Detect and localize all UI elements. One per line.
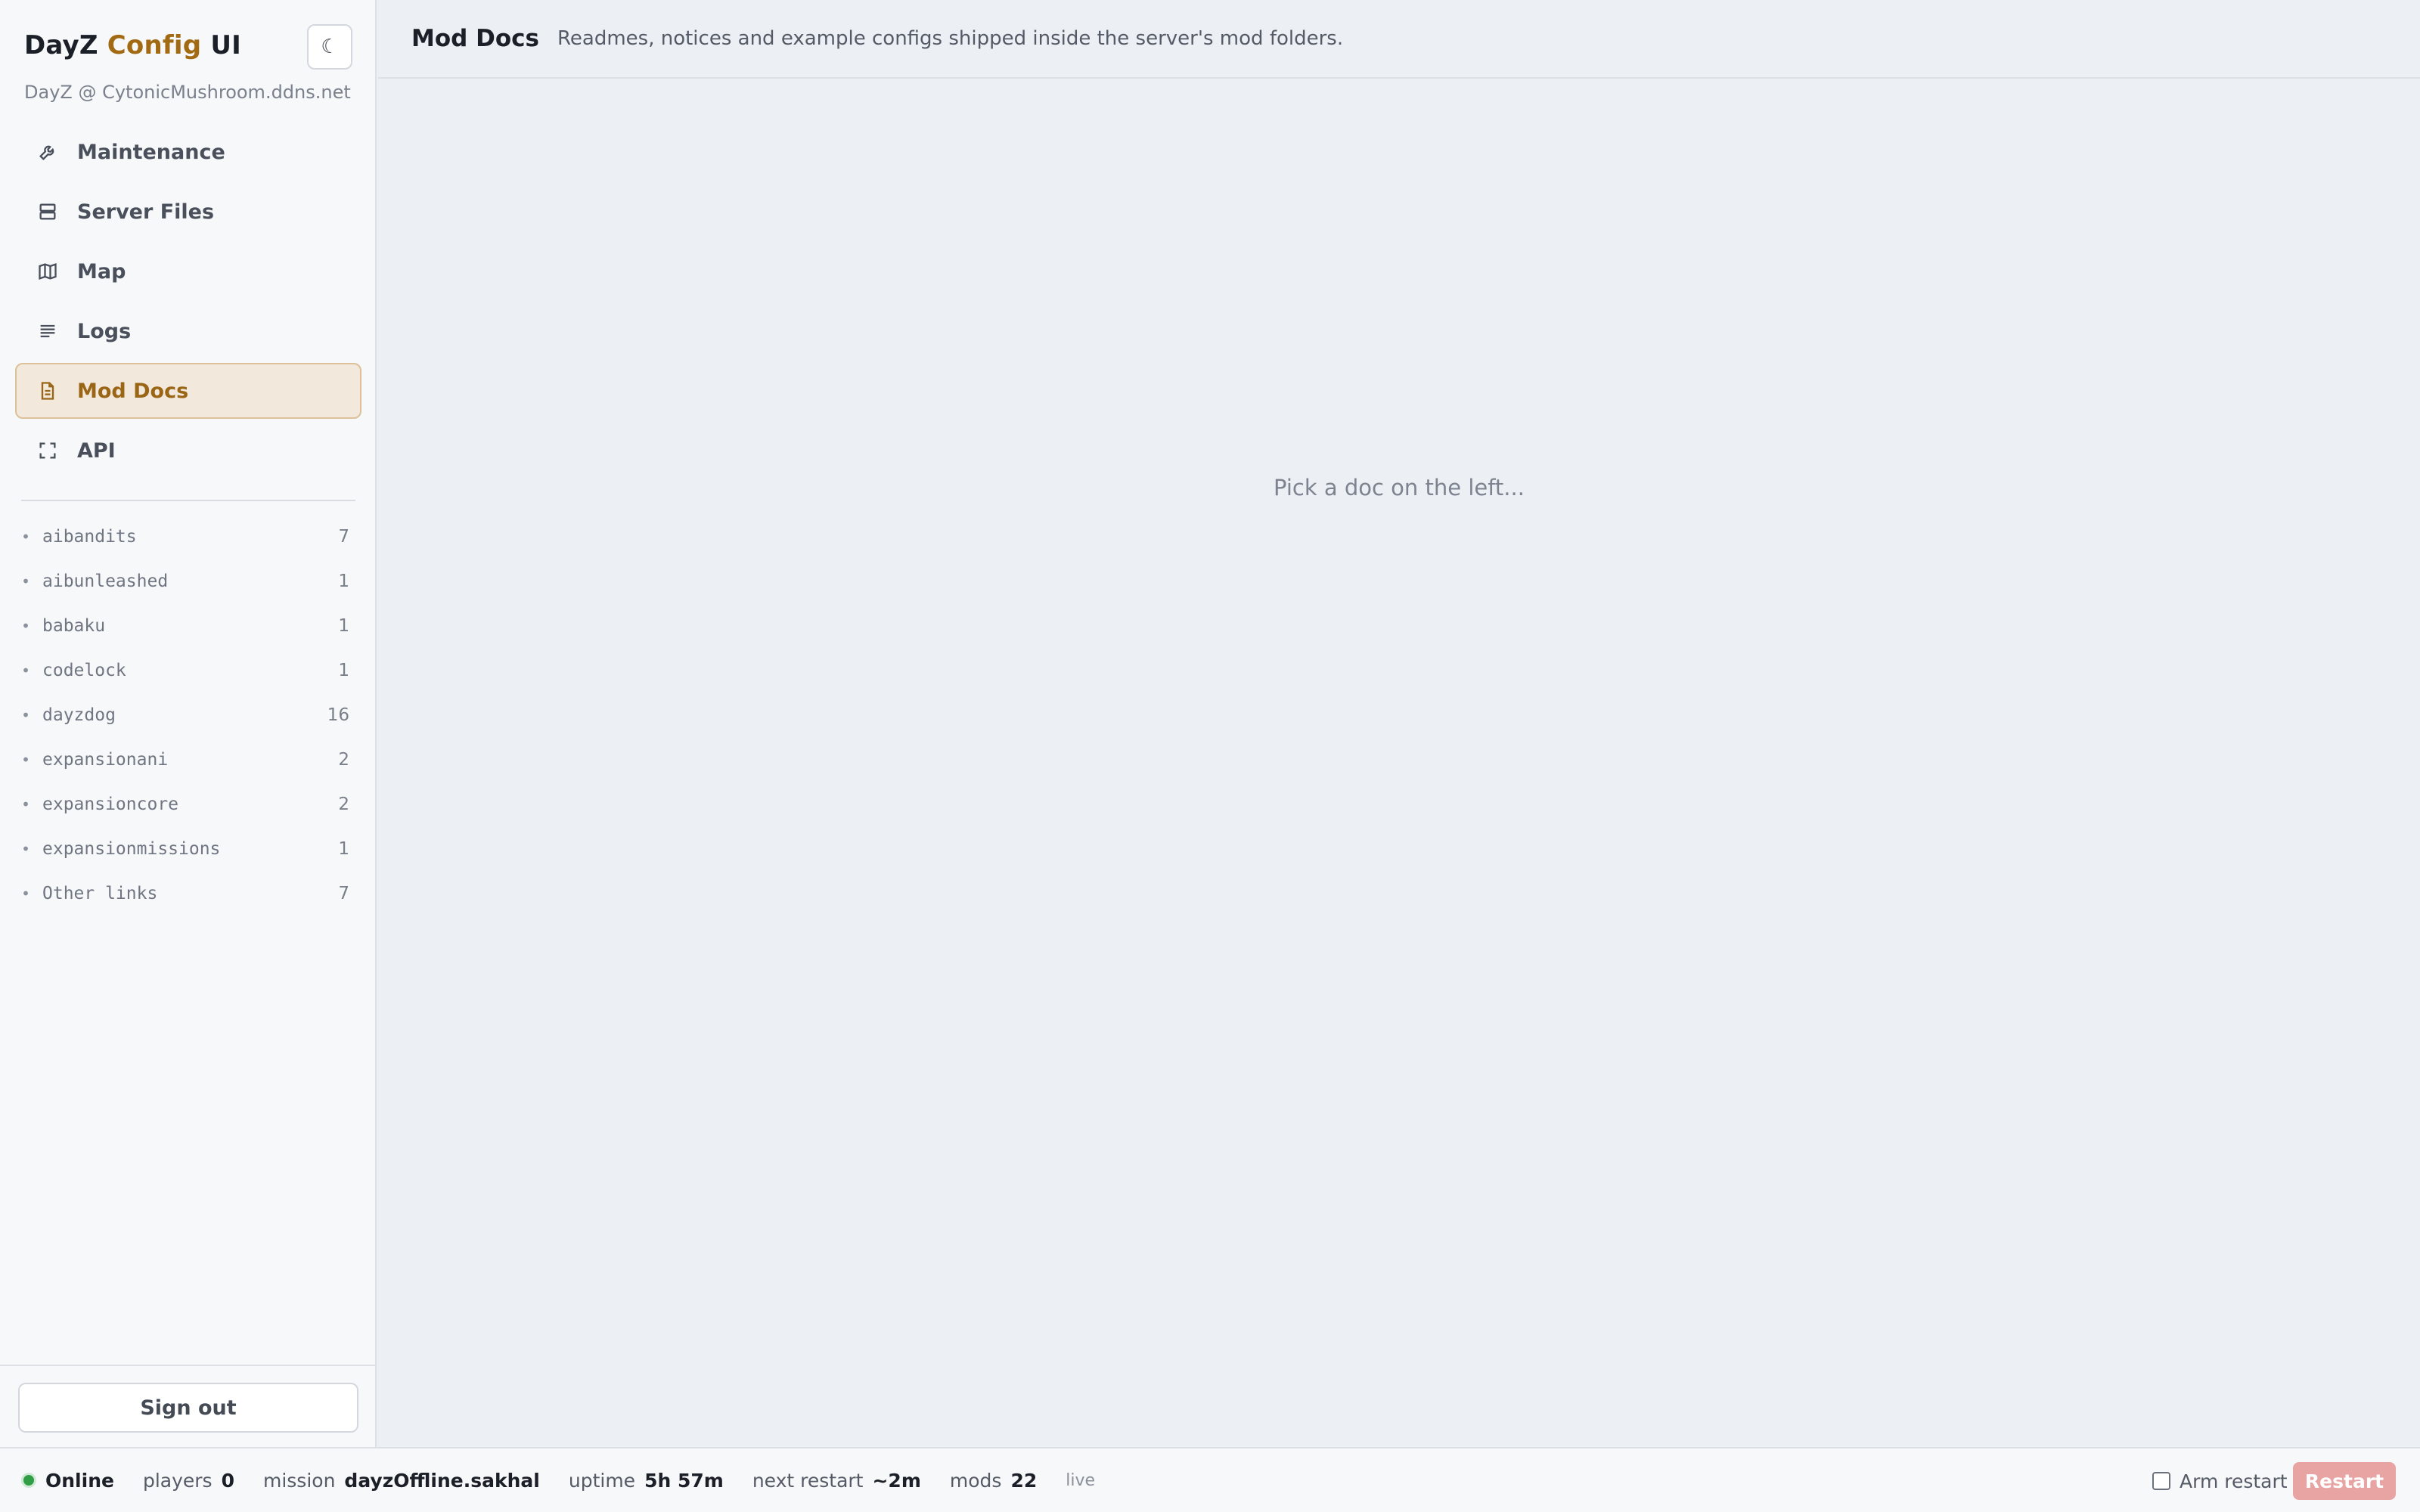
- bullet-icon: •: [21, 839, 31, 858]
- mod-doc-count: 1: [338, 571, 349, 591]
- nav-item-map[interactable]: Map: [15, 243, 361, 299]
- moon-icon: ☾: [321, 36, 339, 58]
- status-bar: Online players 0 mission dayzOffline.sakha…: [0, 1447, 2420, 1512]
- arm-restart-checkbox[interactable]: [2152, 1472, 2170, 1490]
- mod-name: expansioncore: [42, 794, 179, 814]
- mission-value: dayzOffline.sakhal: [344, 1469, 540, 1492]
- theme-toggle-button[interactable]: ☾: [307, 24, 352, 70]
- map-icon: [36, 260, 59, 283]
- app-title: DayZ Config UI: [24, 30, 241, 60]
- nav-label: Mod Docs: [77, 379, 189, 403]
- mod-name: codelock: [42, 660, 126, 680]
- uptime-value: 5h 57m: [644, 1469, 724, 1492]
- mod-doc-count: 7: [338, 883, 349, 903]
- mod-name: expansionmissions: [42, 838, 221, 859]
- server-icon: [36, 200, 59, 223]
- mod-doc-count: 2: [338, 749, 349, 770]
- mod-doc-count: 7: [338, 526, 349, 547]
- mod-name: expansionani: [42, 749, 169, 770]
- logs-icon: [36, 320, 59, 342]
- nav-label: Server Files: [77, 200, 215, 224]
- mods-value: 22: [1010, 1469, 1038, 1492]
- mod-item-aibandits[interactable]: • aibandits 7: [21, 514, 355, 559]
- status-dot-icon: [21, 1473, 36, 1488]
- mod-list: • aibandits 7 • aibunleashed 1 • babaku 1 • cod…: [21, 514, 355, 916]
- nav-label: Map: [77, 259, 126, 284]
- nav-label: Maintenance: [77, 140, 225, 164]
- arm-restart-label: Arm restart: [2180, 1470, 2288, 1492]
- nav-item-logs[interactable]: Logs: [15, 303, 361, 359]
- nav-label: Logs: [77, 319, 132, 343]
- next-restart-stat: next restart ~2m: [752, 1470, 921, 1492]
- empty-state-hint: Pick a doc on the left...: [1274, 475, 1525, 500]
- mod-item-babaku[interactable]: • babaku 1: [21, 603, 355, 648]
- document-icon: [36, 380, 59, 402]
- nav-item-server-files[interactable]: Server Files: [15, 184, 361, 240]
- nav-item-maintenance[interactable]: Maintenance: [15, 124, 361, 180]
- mod-name: babaku: [42, 615, 106, 636]
- arm-restart-toggle[interactable]: Arm restart: [2152, 1448, 2288, 1512]
- restart-button[interactable]: Restart: [2293, 1462, 2396, 1500]
- mod-doc-count: 2: [338, 794, 349, 814]
- bullet-icon: •: [21, 572, 31, 590]
- bullet-icon: •: [21, 884, 31, 903]
- brackets-icon: [36, 439, 59, 462]
- page-title: Mod Docs: [411, 25, 539, 52]
- mission-stat: mission dayzOffline.sakhal: [263, 1470, 540, 1492]
- mod-item-expansionmissions[interactable]: • expansionmissions 1: [21, 826, 355, 871]
- mod-name: Other links: [42, 883, 158, 903]
- server-host: DayZ @ CytonicMushroom.ddns.net: [24, 82, 351, 103]
- mod-item-codelock[interactable]: • codelock 1: [21, 648, 355, 692]
- wrench-icon: [36, 141, 59, 163]
- mod-item-other-links[interactable]: • Other links 7: [21, 871, 355, 916]
- nav-item-mod-docs[interactable]: Mod Docs: [15, 363, 361, 419]
- mission-label: mission: [262, 1469, 336, 1492]
- mod-item-expansioncore[interactable]: • expansioncore 2: [21, 782, 355, 826]
- sidebar-footer: Sign out: [0, 1365, 377, 1447]
- live-indicator: live: [1066, 1470, 1096, 1490]
- mod-doc-count: 1: [338, 660, 349, 680]
- nav-label: API: [77, 438, 116, 463]
- mod-doc-count: 1: [338, 615, 349, 636]
- sign-out-button[interactable]: Sign out: [18, 1383, 358, 1433]
- bullet-icon: •: [21, 616, 31, 635]
- mod-item-expansionani[interactable]: • expansionani 2: [21, 737, 355, 782]
- bullet-icon: •: [21, 661, 31, 680]
- players-value: 0: [221, 1469, 234, 1492]
- nav-item-api[interactable]: API: [15, 423, 361, 479]
- page-subtitle: Readmes, notices and example configs shi…: [557, 27, 1344, 50]
- mods-stat: mods 22: [950, 1470, 1037, 1492]
- mod-item-aibunleashed[interactable]: • aibunleashed 1: [21, 559, 355, 603]
- mods-label: mods: [949, 1469, 1002, 1492]
- mod-name: aibunleashed: [42, 571, 169, 591]
- main-header: Mod Docs Readmes, notices and example co…: [378, 0, 2420, 79]
- uptime-stat: uptime 5h 57m: [569, 1470, 724, 1492]
- bullet-icon: •: [21, 750, 31, 769]
- players-label: players: [142, 1469, 213, 1492]
- mod-doc-count: 1: [338, 838, 349, 859]
- sidebar-divider: [21, 500, 355, 501]
- uptime-label: uptime: [568, 1469, 636, 1492]
- server-status: Online: [45, 1469, 114, 1492]
- mod-name: dayzdog: [42, 705, 116, 725]
- sidebar: DayZ Config UI ☾ DayZ @ CytonicMushroom.…: [0, 0, 377, 1447]
- mod-doc-count: 16: [327, 705, 349, 725]
- main-nav: Maintenance Server Files Map Logs Mod Do…: [15, 124, 361, 482]
- bullet-icon: •: [21, 795, 31, 813]
- bullet-icon: •: [21, 527, 31, 546]
- players-stat: players 0: [143, 1470, 234, 1492]
- next-restart-label: next restart: [752, 1469, 864, 1492]
- bullet-icon: •: [21, 705, 31, 724]
- mod-name: aibandits: [42, 526, 137, 547]
- mod-item-dayzdog[interactable]: • dayzdog 16: [21, 692, 355, 737]
- next-restart-value: ~2m: [872, 1469, 921, 1492]
